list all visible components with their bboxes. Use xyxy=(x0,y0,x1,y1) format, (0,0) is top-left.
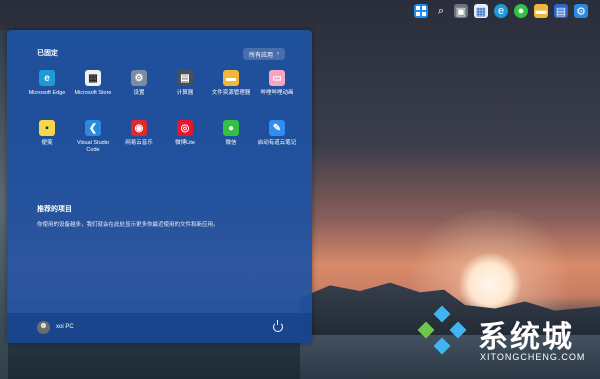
app-label: 便笺 xyxy=(41,140,53,146)
user-name[interactable]: xoi PC xyxy=(56,324,74,330)
all-apps-button[interactable]: 所有应用 › xyxy=(243,48,286,60)
logo-subtitle: XITONGCHENG.COM xyxy=(480,352,586,362)
pinned-section-title: 已固定 xyxy=(37,50,58,57)
file-explorer-icon[interactable]: ▬ xyxy=(534,4,548,18)
pinned-app[interactable]: ◎ 微博Lite xyxy=(162,116,208,156)
windows-start-icon[interactable] xyxy=(414,4,428,18)
pinned-app[interactable]: ❮ Visual Studio Code xyxy=(70,116,116,156)
app-label: 微博Lite xyxy=(175,140,195,146)
xitongcheng-logo: 系统城 XITONGCHENG.COM xyxy=(408,304,598,376)
app-label: 哔哩哔哩动画 xyxy=(260,90,294,96)
wechat-icon[interactable]: ● xyxy=(514,4,528,18)
pinned-app[interactable]: ▤ 计算器 xyxy=(162,66,208,106)
app-label: Microsoft Store xyxy=(74,90,112,96)
pinned-app[interactable]: ▭ 哔哩哔哩动画 xyxy=(254,66,300,106)
pinned-app[interactable]: ✎ 启动有道云笔记 xyxy=(254,116,300,156)
logo-diamond-right xyxy=(449,321,467,339)
avatar[interactable] xyxy=(37,321,50,334)
power-icon[interactable] xyxy=(273,320,283,332)
edge-icon: e xyxy=(39,70,55,86)
settings-icon[interactable]: ⚙ xyxy=(574,4,588,18)
app-label: 文件资源管理器 xyxy=(211,90,251,96)
logo-diamond-left xyxy=(417,321,435,339)
recommended-section-title: 推荐的项目 xyxy=(37,206,72,213)
app-label: 计算器 xyxy=(176,90,194,96)
settings-icon: ⚙ xyxy=(131,70,147,86)
taskbar: ⌕ ▣ ▦ e ● ▬ ▤ ⚙ xyxy=(378,0,600,22)
wechat-icon: ● xyxy=(223,120,239,136)
weibo-icon: ◎ xyxy=(177,120,193,136)
app-label: Microsoft Edge xyxy=(28,90,66,96)
app-label: 设置 xyxy=(133,90,145,96)
pinned-app[interactable]: ◉ 网易云音乐 xyxy=(116,116,162,156)
recommended-empty-text: 你使用的设备越多，我们就会在此处显示更多你最近使用的文件和新应用。 xyxy=(37,222,219,228)
pinned-app[interactable]: ▪ 便笺 xyxy=(24,116,70,156)
edge-icon[interactable]: e xyxy=(494,4,508,18)
logo-diamond-top xyxy=(433,305,451,323)
calculator-icon: ▤ xyxy=(177,70,193,86)
sticky-notes-icon: ▪ xyxy=(39,120,55,136)
logo-diamond-bottom xyxy=(433,337,451,355)
start-menu-footer: xoi PC xyxy=(7,313,312,343)
netease-music-icon: ◉ xyxy=(131,120,147,136)
pinned-app[interactable]: ● 微信 xyxy=(208,116,254,156)
app-label: Visual Studio Code xyxy=(76,140,109,153)
widgets-icon[interactable]: ▦ xyxy=(474,4,488,18)
pinned-app[interactable]: ▬ 文件资源管理器 xyxy=(208,66,254,106)
pinned-app[interactable]: ▦ Microsoft Store xyxy=(70,66,116,106)
app-label: 网易云音乐 xyxy=(125,140,153,146)
vscode-icon: ❮ xyxy=(85,120,101,136)
app-label: 启动有道云笔记 xyxy=(257,140,297,146)
search-icon[interactable]: ⌕ xyxy=(434,4,448,18)
pinned-apps-grid: e Microsoft Edge ▦ Microsoft Store ⚙ 设置 ▤ 计算… xyxy=(24,66,304,156)
chevron-right-icon: › xyxy=(277,51,280,57)
folder-icon: ▬ xyxy=(223,70,239,86)
start-menu: 已固定 所有应用 › e Microsoft Edge ▦ Microsoft St… xyxy=(7,30,312,343)
all-apps-label: 所有应用 xyxy=(249,52,274,59)
pinned-app[interactable]: e Microsoft Edge xyxy=(24,66,70,106)
app-label: 微信 xyxy=(225,140,237,146)
task-view-icon[interactable]: ▣ xyxy=(454,4,468,18)
store-icon: ▦ xyxy=(85,70,101,86)
pinned-app[interactable]: ⚙ 设置 xyxy=(116,66,162,106)
logo-title: 系统城 xyxy=(478,321,574,354)
bilibili-icon: ▭ xyxy=(269,70,285,86)
store-icon[interactable]: ▤ xyxy=(554,4,568,18)
youdao-note-icon: ✎ xyxy=(269,120,285,136)
